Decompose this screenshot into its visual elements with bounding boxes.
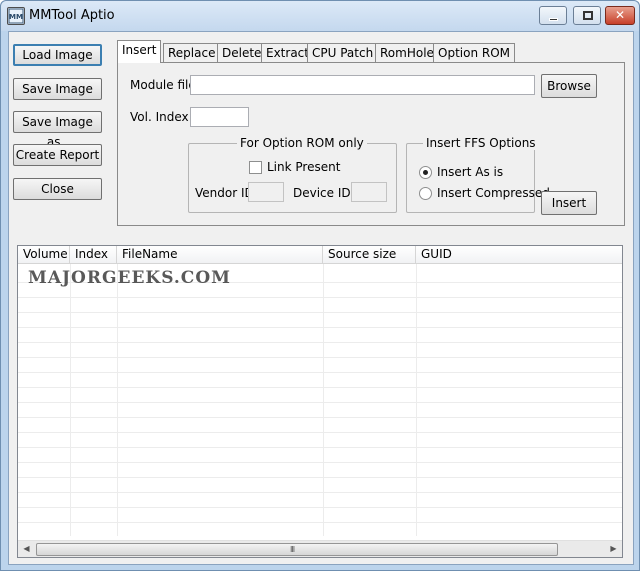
mmtool-app-icon[interactable]: MM	[7, 7, 25, 25]
column-header-source-size[interactable]: Source size	[323, 246, 416, 264]
scroll-left-icon[interactable]: ◀	[18, 541, 35, 557]
grid-line	[18, 327, 622, 328]
grid-line	[18, 297, 622, 298]
option-rom-group-title: For Option ROM only	[237, 136, 367, 150]
grid-line	[18, 342, 622, 343]
client-area: Load Image Save Image Save Image as.. Cr…	[8, 31, 634, 565]
insert-compressed-radio[interactable]	[419, 187, 432, 200]
maximize-icon	[583, 11, 593, 20]
insert-as-is-radio[interactable]	[419, 166, 432, 179]
link-present-label: Link Present	[267, 160, 341, 174]
grid-line	[18, 522, 622, 523]
column-header-filename[interactable]: FileName	[117, 246, 323, 264]
grid-line	[18, 507, 622, 508]
vol-index-input-box	[190, 107, 249, 127]
module-list[interactable]: Volume Index FileName Source size GUID M…	[17, 245, 623, 558]
scrollbar-thumb[interactable]: III	[36, 543, 558, 556]
option-rom-groupbox: For Option ROM only Link Present Vendor …	[188, 136, 397, 213]
grid-line	[323, 264, 324, 536]
vol-index-label: Vol. Index	[130, 110, 189, 124]
scroll-grip: III	[290, 545, 295, 554]
module-file-label: Module file	[130, 78, 196, 92]
grid-line	[18, 417, 622, 418]
grid-line	[18, 432, 622, 433]
list-header: Volume Index FileName Source size GUID	[18, 246, 622, 264]
grid-line	[18, 372, 622, 373]
close-button[interactable]: Close	[13, 178, 102, 200]
grid-line	[18, 357, 622, 358]
grid-line	[18, 312, 622, 313]
window-title: MMTool Aptio	[29, 8, 115, 23]
column-header-volume[interactable]: Volume	[18, 246, 70, 264]
grid-line	[18, 387, 622, 388]
ffs-options-group-title: Insert FFS Options	[423, 136, 539, 150]
tab-option-rom[interactable]: Option ROM	[433, 43, 515, 63]
insert-as-is-label: Insert As is	[437, 165, 504, 179]
save-image-button[interactable]: Save Image	[13, 78, 102, 100]
grid-line	[18, 477, 622, 478]
minimize-button[interactable]	[539, 6, 567, 25]
grid-line	[416, 264, 417, 536]
column-header-guid[interactable]: GUID	[416, 246, 622, 264]
column-header-index[interactable]: Index	[70, 246, 117, 264]
device-id-input[interactable]	[351, 182, 387, 202]
device-id-label: Device ID	[293, 186, 351, 200]
vendor-id-input[interactable]	[248, 182, 284, 202]
svg-text:MM: MM	[9, 13, 23, 21]
insert-button[interactable]: Insert	[541, 191, 597, 215]
browse-button[interactable]: Browse	[541, 74, 597, 98]
grid-line	[18, 492, 622, 493]
tab-insert[interactable]: Insert	[117, 40, 162, 63]
tab-delete[interactable]: Delete	[217, 43, 267, 63]
horizontal-scrollbar[interactable]: ◀ III ▶	[18, 540, 622, 557]
main-window: MM MMTool Aptio ✕ Load Image Save Image …	[0, 0, 640, 571]
tab-cpu-patch[interactable]: CPU Patch	[307, 43, 379, 63]
scroll-right-icon[interactable]: ▶	[605, 541, 622, 557]
grid-line	[18, 447, 622, 448]
module-file-input-box	[190, 75, 535, 95]
tab-romhole[interactable]: RomHole	[375, 43, 439, 63]
vendor-id-label: Vendor ID	[195, 186, 254, 200]
tab-replace[interactable]: Replace	[163, 43, 221, 63]
vol-index-input[interactable]	[191, 108, 248, 126]
create-report-button[interactable]: Create Report	[13, 144, 102, 166]
grid-line	[117, 264, 118, 536]
title-bar[interactable]: MM MMTool Aptio ✕	[1, 1, 639, 31]
grid-line	[18, 402, 622, 403]
ffs-options-groupbox: Insert FFS Options Insert As is Insert C…	[406, 136, 550, 213]
minimize-icon	[549, 18, 558, 21]
insert-tab-panel: Module file Browse Vol. Index For Option…	[117, 62, 625, 226]
load-image-button[interactable]: Load Image	[13, 44, 102, 66]
close-icon: ✕	[614, 8, 626, 22]
insert-compressed-label: Insert Compressed	[437, 186, 550, 200]
link-present-checkbox[interactable]	[249, 161, 262, 174]
grid-line	[18, 462, 622, 463]
maximize-button[interactable]	[573, 6, 601, 25]
watermark-text: MAJORGEEKS.COM	[28, 268, 231, 288]
close-window-button[interactable]: ✕	[605, 6, 635, 25]
module-file-input[interactable]	[191, 76, 534, 94]
grid-line	[70, 264, 71, 536]
save-image-as-button[interactable]: Save Image as..	[13, 111, 102, 149]
